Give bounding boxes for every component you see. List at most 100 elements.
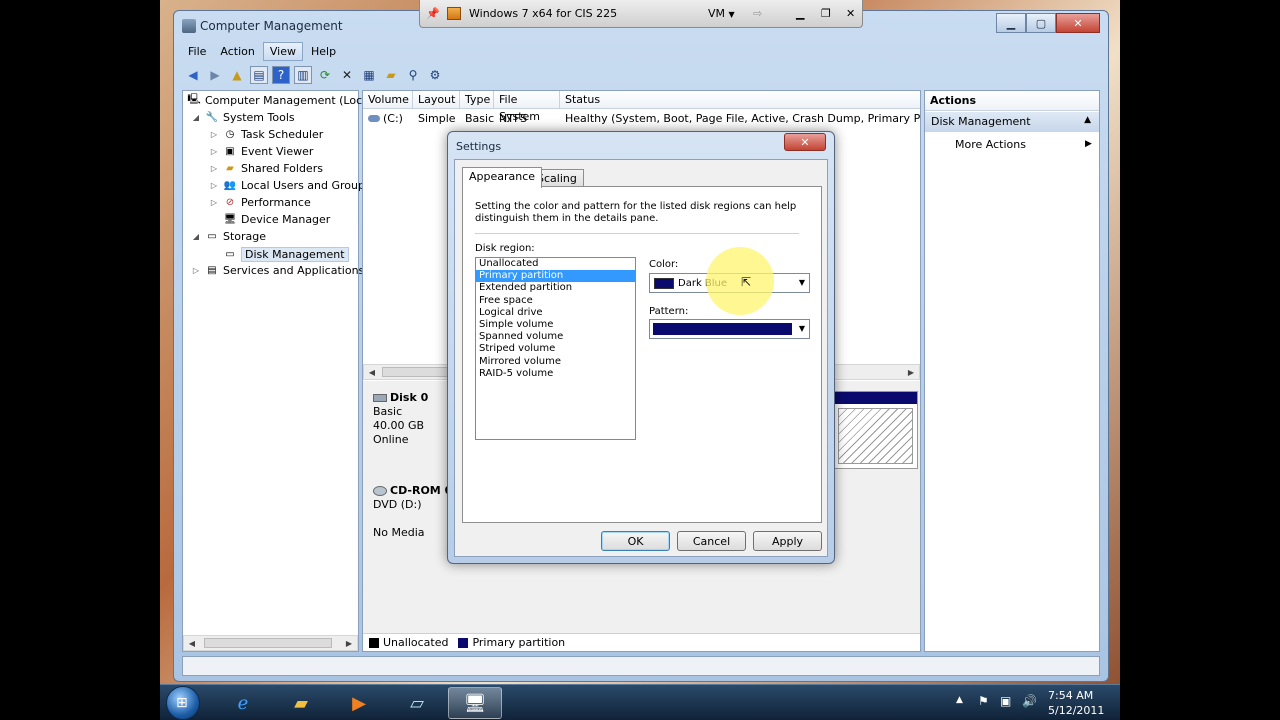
menu-view[interactable]: View [262, 41, 303, 61]
tree-horizontal-scrollbar[interactable]: ◀ ▶ [183, 635, 358, 651]
primary-partition-region[interactable] [833, 391, 918, 469]
actions-section-disk-management[interactable]: Disk Management ▲ [925, 112, 1099, 132]
maximize-button[interactable]: ▢ [1026, 13, 1056, 33]
menu-help[interactable]: Help [305, 43, 342, 60]
list-item[interactable]: Logical drive [476, 307, 635, 319]
scroll-right-icon[interactable]: ▶ [341, 636, 357, 650]
tab-appearance[interactable]: Appearance [462, 167, 543, 188]
settings-dialog: Settings ✕ Appearance Scaling Setting th… [447, 131, 835, 564]
column-volume[interactable]: Volume [363, 91, 413, 109]
list-item[interactable]: Spanned volume [476, 331, 635, 343]
vm-close-icon[interactable]: ✕ [846, 7, 855, 20]
disk-0-info[interactable]: Disk 0 Basic 40.00 GB Online [373, 391, 428, 447]
clock-date[interactable]: 5/12/2011 [1048, 704, 1104, 717]
collapse-icon[interactable]: ▲ [1084, 115, 1091, 125]
expand-icon[interactable]: ▷ [191, 266, 201, 275]
list-item[interactable]: Free space [476, 295, 635, 307]
forward-icon[interactable]: ▶ [206, 66, 224, 84]
list-item[interactable]: Mirrored volume [476, 356, 635, 368]
network-icon[interactable]: ▣ [1000, 694, 1011, 708]
menu-file[interactable]: File [182, 43, 212, 60]
vm-minimize-icon[interactable]: ▁ [796, 7, 804, 20]
column-file-system[interactable]: File System [494, 91, 560, 123]
scroll-right-icon[interactable]: ▶ [903, 365, 919, 379]
primary-partition-swatch [458, 637, 469, 648]
expand-icon[interactable]: ▷ [209, 198, 219, 207]
tree-item-device-manager[interactable]: 🖥 Device Manager [209, 213, 331, 226]
ok-button[interactable]: OK [601, 531, 670, 551]
collapse-icon[interactable]: ◢ [191, 113, 201, 122]
column-layout[interactable]: Layout [413, 91, 460, 109]
tree-item-storage[interactable]: ◢ ▭ Storage [191, 230, 266, 243]
start-button[interactable]: ⊞ [166, 686, 200, 720]
tree-item-services-and-applications[interactable]: ▷ ▤ Services and Applications [191, 264, 364, 277]
settings-icon[interactable]: ⚙ [426, 66, 444, 84]
open-folder-icon[interactable]: ▰ [382, 66, 400, 84]
dialog-body: Appearance Scaling Setting the color and… [454, 159, 828, 557]
taskbar-windows-explorer[interactable]: ▰ [274, 687, 328, 719]
delete-icon[interactable]: ✕ [338, 66, 356, 84]
expand-icon[interactable]: ▷ [209, 130, 219, 139]
expand-icon[interactable]: ▷ [209, 147, 219, 156]
scroll-left-icon[interactable]: ◀ [364, 365, 380, 379]
back-icon[interactable]: ◀ [184, 66, 202, 84]
cdrom-0-info[interactable]: CD-ROM 0 DVD (D:) No Media [373, 484, 452, 540]
close-icon: ✕ [1073, 16, 1083, 30]
vm-title: Windows 7 x64 for CIS 225 [469, 7, 618, 20]
column-type[interactable]: Type [460, 91, 494, 109]
tree-item-shared-folders[interactable]: ▷ ▰ Shared Folders [209, 162, 323, 175]
performance-icon: ⊘ [225, 197, 235, 208]
volume-icon[interactable]: 🔊 [1022, 694, 1037, 708]
tree-item-performance[interactable]: ▷ ⊘ Performance [209, 196, 311, 209]
close-button[interactable]: ✕ [1056, 13, 1100, 33]
taskbar-computer-management[interactable]: 🖥 [448, 687, 502, 719]
collapse-icon[interactable]: ◢ [191, 232, 201, 241]
show-hidden-icons-icon[interactable]: ▲ [956, 695, 963, 705]
list-item[interactable]: Extended partition [476, 282, 635, 294]
up-folder-icon[interactable]: ▲ [228, 66, 246, 84]
actions-pane: Actions Disk Management ▲ More Actions ▶ [924, 90, 1100, 652]
scroll-left-icon[interactable]: ◀ [184, 636, 200, 650]
tree-item-event-viewer[interactable]: ▷ ▣ Event Viewer [209, 145, 313, 158]
disk-region-list[interactable]: Unallocated Primary partition Extended p… [475, 257, 636, 440]
taskbar-app[interactable]: ▱ [390, 687, 444, 719]
help-icon[interactable]: ? [272, 66, 290, 84]
pin-icon[interactable]: 📌 [426, 7, 440, 20]
show-hide-tree-icon[interactable]: ▤ [250, 66, 268, 84]
vm-menu[interactable]: VM ▼ [708, 7, 735, 20]
refresh-icon[interactable]: ⟳ [316, 66, 334, 84]
list-item[interactable]: RAID-5 volume [476, 368, 635, 380]
show-hide-action-pane-icon[interactable]: ▥ [294, 66, 312, 84]
clock-time[interactable]: 7:54 AM [1048, 689, 1093, 702]
pattern-dropdown[interactable]: ▼ [649, 319, 810, 339]
column-status[interactable]: Status [560, 91, 920, 109]
apply-button[interactable]: Apply [753, 531, 822, 551]
list-item-selected[interactable]: Primary partition [476, 270, 635, 283]
expand-icon[interactable]: ▷ [209, 181, 219, 190]
table-row[interactable]: (C:) Simple Basic NTFS Healthy (System, … [363, 110, 920, 126]
properties-icon[interactable]: ▦ [360, 66, 378, 84]
list-item[interactable]: Unallocated [476, 258, 635, 270]
expand-icon[interactable]: ▷ [209, 164, 219, 173]
search-icon[interactable]: ⚲ [404, 66, 422, 84]
dialog-close-button[interactable]: ✕ [784, 133, 826, 151]
taskbar-internet-explorer[interactable]: ℯ [216, 687, 270, 719]
cancel-button[interactable]: Cancel [677, 531, 746, 551]
action-center-icon[interactable]: ⚑ [978, 694, 989, 708]
list-item[interactable]: Simple volume [476, 319, 635, 331]
tree-item-disk-management[interactable]: ▭ Disk Management [209, 247, 349, 262]
scrollbar-thumb[interactable] [204, 638, 332, 648]
taskbar-media-player[interactable]: ▶ [332, 687, 386, 719]
tree-item-task-scheduler[interactable]: ▷ ◷ Task Scheduler [209, 128, 323, 141]
minimize-button[interactable]: ▁ [996, 13, 1026, 33]
tree-item-system-tools[interactable]: ◢ 🔧 System Tools [191, 111, 295, 124]
send-keys-icon[interactable]: ⇨ [753, 7, 762, 20]
tree-item-local-users-and-groups[interactable]: ▷ 👥 Local Users and Groups [209, 179, 371, 192]
list-item[interactable]: Striped volume [476, 343, 635, 355]
menu-action[interactable]: Action [214, 43, 260, 60]
tree-item-computer-management[interactable]: 🖳 Computer Management (Local [187, 94, 372, 107]
vm-restore-icon[interactable]: ❐ [821, 7, 831, 20]
console-tree: 🖳 Computer Management (Local ◢ 🔧 System … [182, 90, 372, 652]
system-tray: ▲ ⚑ ▣ 🔊 7:54 AM 5/12/2011 [948, 689, 1108, 717]
more-actions-link[interactable]: More Actions [955, 138, 1026, 151]
